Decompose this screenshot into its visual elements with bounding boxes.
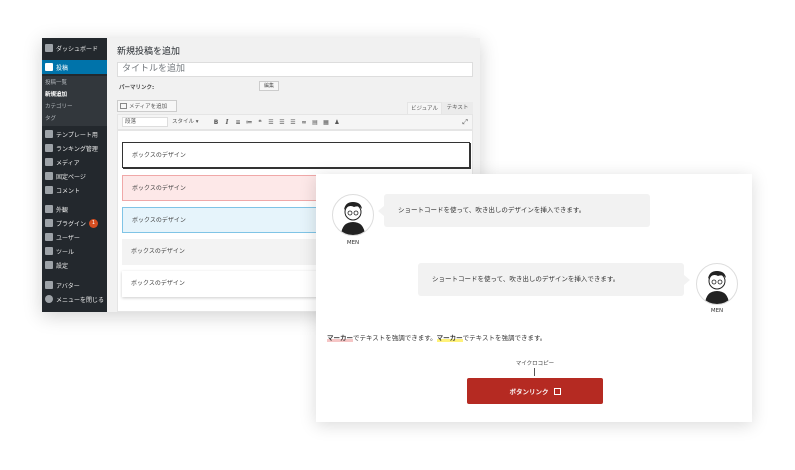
editor-toolbar: 段落 スタイル ▾ B I ≡ ≔ ❝ ☰ ☰ ☰ ∞ ▤ ▦ ♟ ⤢ — [117, 114, 473, 130]
sidebar-item-ranking[interactable]: ランキング管理 — [42, 141, 107, 155]
sidebar-item-label: プラグイン — [56, 220, 87, 228]
stage: ダッシュボード 投稿 投稿一覧 新規追加 カテゴリー タグ テンプレート用 ラン… — [0, 0, 795, 470]
sidebar-item-label: メディア — [56, 159, 80, 167]
sidebar-item-dashboard[interactable]: ダッシュボード — [42, 41, 107, 55]
sidebar-item-pages[interactable]: 固定ページ — [42, 169, 107, 183]
sidebar-item-label: ランキング管理 — [56, 145, 98, 153]
sidebar-item-posts[interactable]: 投稿 — [42, 60, 107, 74]
link-icon[interactable]: ∞ — [301, 119, 307, 126]
marker-text: でテキストを強調できます。 — [353, 334, 437, 342]
toolbar-toggle-icon[interactable]: ▤ — [312, 119, 318, 126]
avatar — [696, 263, 738, 305]
fullscreen-icon[interactable]: ⤢ — [462, 118, 468, 127]
cta-label: ボタンリンク — [509, 388, 549, 396]
numbered-list-icon[interactable]: ≔ — [246, 119, 252, 126]
sidebar-item-avatar[interactable]: アバター — [42, 278, 107, 292]
marker-yellow: マーカー — [436, 334, 463, 342]
pin-icon — [45, 130, 53, 138]
permalink-edit-button[interactable]: 編集 — [259, 81, 279, 91]
table-icon[interactable]: ▦ — [323, 119, 329, 126]
user-icon — [45, 233, 53, 241]
sidebar-item-label: アバター — [56, 282, 80, 290]
sidebar-item-settings[interactable]: 設定 — [42, 258, 107, 272]
brush-icon — [45, 205, 53, 213]
sidebar-item-label: テンプレート用 — [56, 131, 98, 139]
sidebar-item-label: 設定 — [56, 262, 69, 270]
add-media-label: メディアを追加 — [129, 104, 168, 110]
sidebar-item-label: 外観 — [56, 206, 69, 214]
tab-text[interactable]: テキスト — [442, 102, 473, 114]
media-icon — [45, 158, 53, 166]
preview-card: MEN ショートコードを使って、吹き出しのデザインを挿入できます。 MEN ショ… — [316, 174, 752, 422]
sidebar-item-label: ツール — [56, 248, 75, 256]
cta-button[interactable]: ボタンリンク — [467, 378, 603, 404]
collapse-menu-button[interactable]: メニューを閉じる — [42, 292, 107, 306]
speech-bubble-right: ショートコードを使って、吹き出しのデザインを挿入できます。 — [418, 263, 690, 296]
box-design-border[interactable]: ボックスのデザイン — [122, 142, 470, 168]
bullet-list-icon[interactable]: ≡ — [235, 119, 241, 126]
add-media-button[interactable]: メディアを追加 — [117, 100, 177, 112]
pin-icon — [45, 144, 53, 152]
collapse-icon — [45, 295, 53, 303]
wrench-icon — [45, 247, 53, 255]
submenu-tags[interactable]: タグ — [45, 114, 56, 122]
align-left-icon[interactable]: ☰ — [268, 119, 274, 126]
sidebar-item-label: メニューを閉じる — [56, 296, 105, 304]
sidebar-item-label: ダッシュボード — [56, 45, 99, 53]
style-select[interactable]: スタイル ▾ — [172, 117, 208, 127]
sidebar-item-users[interactable]: ユーザー — [42, 230, 107, 244]
sidebar-item-label: ユーザー — [56, 234, 80, 242]
speech-bubble-left: ショートコードを使って、吹き出しのデザインを挿入できます。 — [378, 194, 650, 227]
submenu-add-new[interactable]: 新規追加 — [45, 90, 67, 98]
marker-text: でテキストを強調できます。 — [462, 334, 547, 342]
dashboard-icon — [45, 44, 53, 52]
tab-visual[interactable]: ビジュアル — [407, 102, 442, 114]
man-avatar-icon — [341, 202, 365, 235]
marker-text-line: マーカーでテキストを強調できます。マーカーでテキストを強調できます。 — [327, 332, 546, 342]
sidebar-item-tools[interactable]: ツール — [42, 244, 107, 258]
pin-icon — [45, 63, 53, 71]
align-center-icon[interactable]: ☰ — [279, 119, 285, 126]
avatar-icon — [45, 281, 53, 289]
admin-sidebar: ダッシュボード 投稿 投稿一覧 新規追加 カテゴリー タグ テンプレート用 ラン… — [42, 38, 107, 312]
sidebar-item-label: コメント — [56, 187, 81, 195]
sidebar-item-label: 投稿 — [56, 64, 69, 72]
microcopy-connector — [534, 368, 535, 376]
page-title: 新規投稿を追加 — [117, 47, 181, 57]
settings-icon — [45, 261, 53, 269]
quote-icon[interactable]: ❝ — [257, 119, 263, 126]
sidebar-item-label: 固定ページ — [56, 173, 86, 181]
external-link-icon — [553, 387, 561, 395]
post-title-input[interactable]: タイトルを追加 — [117, 62, 473, 77]
italic-icon[interactable]: I — [224, 119, 230, 126]
permalink-label: パーマリンク: — [119, 85, 155, 91]
sidebar-item-media[interactable]: メディア — [42, 155, 107, 169]
microcopy: マイクロコピー — [515, 361, 555, 367]
format-select[interactable]: 段落 — [122, 117, 168, 127]
plugin-icon — [45, 219, 53, 227]
avatar-label: MEN — [346, 240, 360, 246]
media-icon — [120, 103, 127, 109]
sidebar-item-plugins[interactable]: プラグイン 1 — [42, 216, 107, 230]
plugin-update-badge: 1 — [89, 218, 99, 228]
man-avatar-icon — [705, 271, 729, 304]
comment-icon — [45, 186, 53, 194]
align-right-icon[interactable]: ☰ — [290, 119, 296, 126]
submenu-categories[interactable]: カテゴリー — [45, 102, 73, 110]
sidebar-item-comments[interactable]: コメント — [42, 183, 107, 197]
bold-icon[interactable]: B — [213, 119, 219, 126]
shortcode-icon[interactable]: ♟ — [334, 119, 340, 126]
avatar-label: MEN — [710, 308, 724, 314]
sidebar-item-templates[interactable]: テンプレート用 — [42, 127, 107, 141]
sidebar-item-appearance[interactable]: 外観 — [42, 202, 107, 216]
submenu-all-posts[interactable]: 投稿一覧 — [45, 78, 67, 86]
avatar — [332, 194, 374, 236]
marker-red: マーカー — [327, 334, 353, 342]
page-icon — [45, 172, 53, 180]
